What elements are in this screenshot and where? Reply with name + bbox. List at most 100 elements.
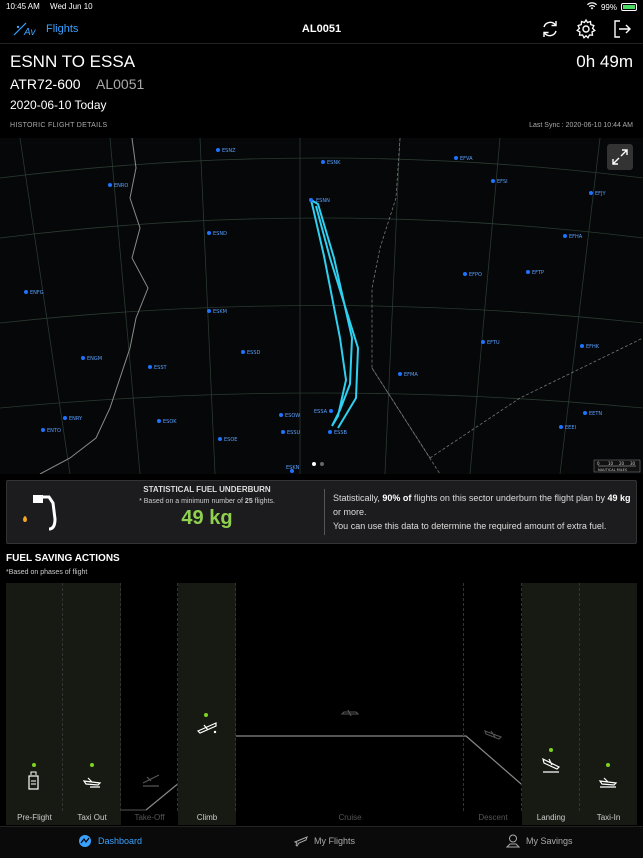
nav-bar: Av Flights AL0051 <box>0 14 643 44</box>
phase-taxi-in[interactable]: Taxi-In <box>580 583 637 825</box>
phase-label: Pre-Flight <box>17 813 52 822</box>
status-date: Wed Jun 10 <box>50 2 93 11</box>
phase-pre-flight[interactable]: Pre-Flight <box>6 583 63 825</box>
phase-label: Taxi-In <box>596 813 621 822</box>
phase-label: Descent <box>478 813 508 822</box>
airport-label: ENRO <box>114 183 128 189</box>
last-sync: Last Sync : 2020-06-10 10:44 AM <box>529 122 633 129</box>
airport-label: ESKM <box>213 309 227 315</box>
map-pager[interactable] <box>312 462 324 466</box>
tab-label: My Flights <box>314 836 356 846</box>
flight-date: 2020-06-10 Today <box>10 98 107 112</box>
airport-label: ESNK <box>327 160 341 166</box>
phase-label: Taxi Out <box>77 813 107 822</box>
airport-label: ESNN <box>316 198 330 204</box>
action-dot <box>549 748 553 752</box>
airport-label: EFTU <box>487 340 500 346</box>
tab-label: My Savings <box>526 836 573 846</box>
pager-dot-active[interactable] <box>312 462 316 466</box>
airport-label: EFHK <box>586 344 600 350</box>
route-title: ESNN TO ESSA <box>10 52 136 71</box>
airport-label: EFMA <box>404 372 418 378</box>
text-part: Statistically, <box>333 493 383 503</box>
phase-descent[interactable]: Descent <box>464 583 522 825</box>
airport-label: ESSU <box>287 430 301 436</box>
action-dot <box>90 763 94 767</box>
airport-label: ESNZ <box>222 148 236 154</box>
status-bar: 10:45 AM Wed Jun 10 99% <box>0 0 643 14</box>
fuel-divider <box>324 489 325 535</box>
airport-label: ENRY <box>69 416 83 422</box>
text-part: flights on this sector underburn the fli… <box>411 493 608 503</box>
fuel-explanation: Statistically, 90% of flights on this se… <box>333 491 633 533</box>
tab-my-flights[interactable]: My Flights <box>294 834 355 848</box>
text-pct: 90% of <box>382 493 412 503</box>
fuel-card-note: * Based on a minimum number of 25 flight… <box>97 498 317 505</box>
airport-label: EFPO <box>469 272 482 278</box>
scale-tick: 10 <box>608 461 614 466</box>
airport-label: ESSD <box>247 350 261 356</box>
airport-label: EFHA <box>569 234 583 240</box>
airport-label: ESOK <box>163 419 177 425</box>
airport-label: ESSB <box>334 430 348 436</box>
fuel-saving-subtitle: *Based on phases of flight <box>6 569 88 576</box>
flight-map[interactable]: ESNZ ESNK EFVA EFSI EFJY ENRO ESNN ESND … <box>0 138 643 474</box>
phase-taxi-out[interactable]: Taxi Out <box>63 583 121 825</box>
phase-landing[interactable]: Landing <box>522 583 580 825</box>
airport-label: ESSA <box>314 409 328 415</box>
fuel-card-title: STATISTICAL FUEL UNDERBURN <box>143 485 271 494</box>
plane-takeoff-icon <box>142 774 160 787</box>
text-part: or more. <box>333 507 367 517</box>
logout-icon[interactable] <box>611 18 633 40</box>
pager-dot[interactable] <box>320 462 324 466</box>
dashboard-icon <box>79 835 91 847</box>
action-dot <box>606 763 610 767</box>
flight-header: ESNN TO ESSA 0h 49m ATR72-600 AL0051 202… <box>0 44 643 138</box>
map-scale: 0 10 20 30 NAUTICAL MILES <box>593 459 641 473</box>
status-time: 10:45 AM <box>6 2 40 11</box>
airport-label: ESND <box>213 231 227 237</box>
action-dot <box>32 763 36 767</box>
phase-label: Cruise <box>338 813 362 822</box>
scale-tick: 30 <box>630 461 636 466</box>
expand-map-button[interactable] <box>607 144 633 170</box>
flight-duration: 0h 49m <box>576 52 633 71</box>
action-dot <box>204 713 208 717</box>
airport-label: ESOE <box>224 437 237 443</box>
map-graticule <box>0 138 643 474</box>
refresh-icon[interactable] <box>539 18 561 40</box>
plane-descent-icon <box>484 730 502 740</box>
airport-label: ENGM <box>87 356 102 362</box>
gear-icon[interactable] <box>575 18 597 40</box>
section-label: HISTORIC FLIGHT DETAILS <box>10 122 108 129</box>
tab-my-savings[interactable]: My Savings <box>506 834 573 848</box>
expand-icon <box>612 149 628 165</box>
airport-label: EETN <box>589 411 602 417</box>
text-part: You can use this data to determine the r… <box>333 521 607 531</box>
airport-label: EFVA <box>460 156 473 162</box>
aircraft-type: ATR72-600 <box>10 76 81 92</box>
phase-label: Landing <box>536 813 566 822</box>
scale-label: NAUTICAL MILES <box>598 468 628 472</box>
airport-label: ESST <box>154 365 168 371</box>
note-prefix: * Based on a minimum number of <box>139 498 245 505</box>
flight-track <box>309 197 360 429</box>
phase-take-off[interactable]: Take-Off <box>121 583 178 825</box>
airport-markers <box>24 148 593 473</box>
flight-number: AL0051 <box>96 76 145 92</box>
plane-landing-icon <box>542 757 561 773</box>
fuel-underburn-card: STATISTICAL FUEL UNDERBURN * Based on a … <box>6 480 637 544</box>
battery-percent: 99% <box>600 2 617 12</box>
plane-taxi-in-icon <box>598 777 618 788</box>
phase-cruise[interactable]: Cruise <box>236 583 464 825</box>
airport-label: EFJY <box>595 191 607 197</box>
scale-tick: 20 <box>619 461 625 466</box>
airport-labels: ESNZ ESNK EFVA EFSI EFJY ENRO ESNN ESND … <box>30 148 607 471</box>
airport-label: ESOW <box>285 413 300 419</box>
map-canvas: ESNZ ESNK EFVA EFSI EFJY ENRO ESNN ESND … <box>0 138 643 474</box>
airport-label: EEEI <box>565 425 576 431</box>
plane-taxi-icon <box>82 777 102 788</box>
tab-dashboard[interactable]: Dashboard <box>78 834 142 848</box>
flight-phases-chart: Pre-Flight Taxi Out Take-Off Climb Cruis… <box>6 583 637 825</box>
phase-climb[interactable]: Climb <box>178 583 236 825</box>
